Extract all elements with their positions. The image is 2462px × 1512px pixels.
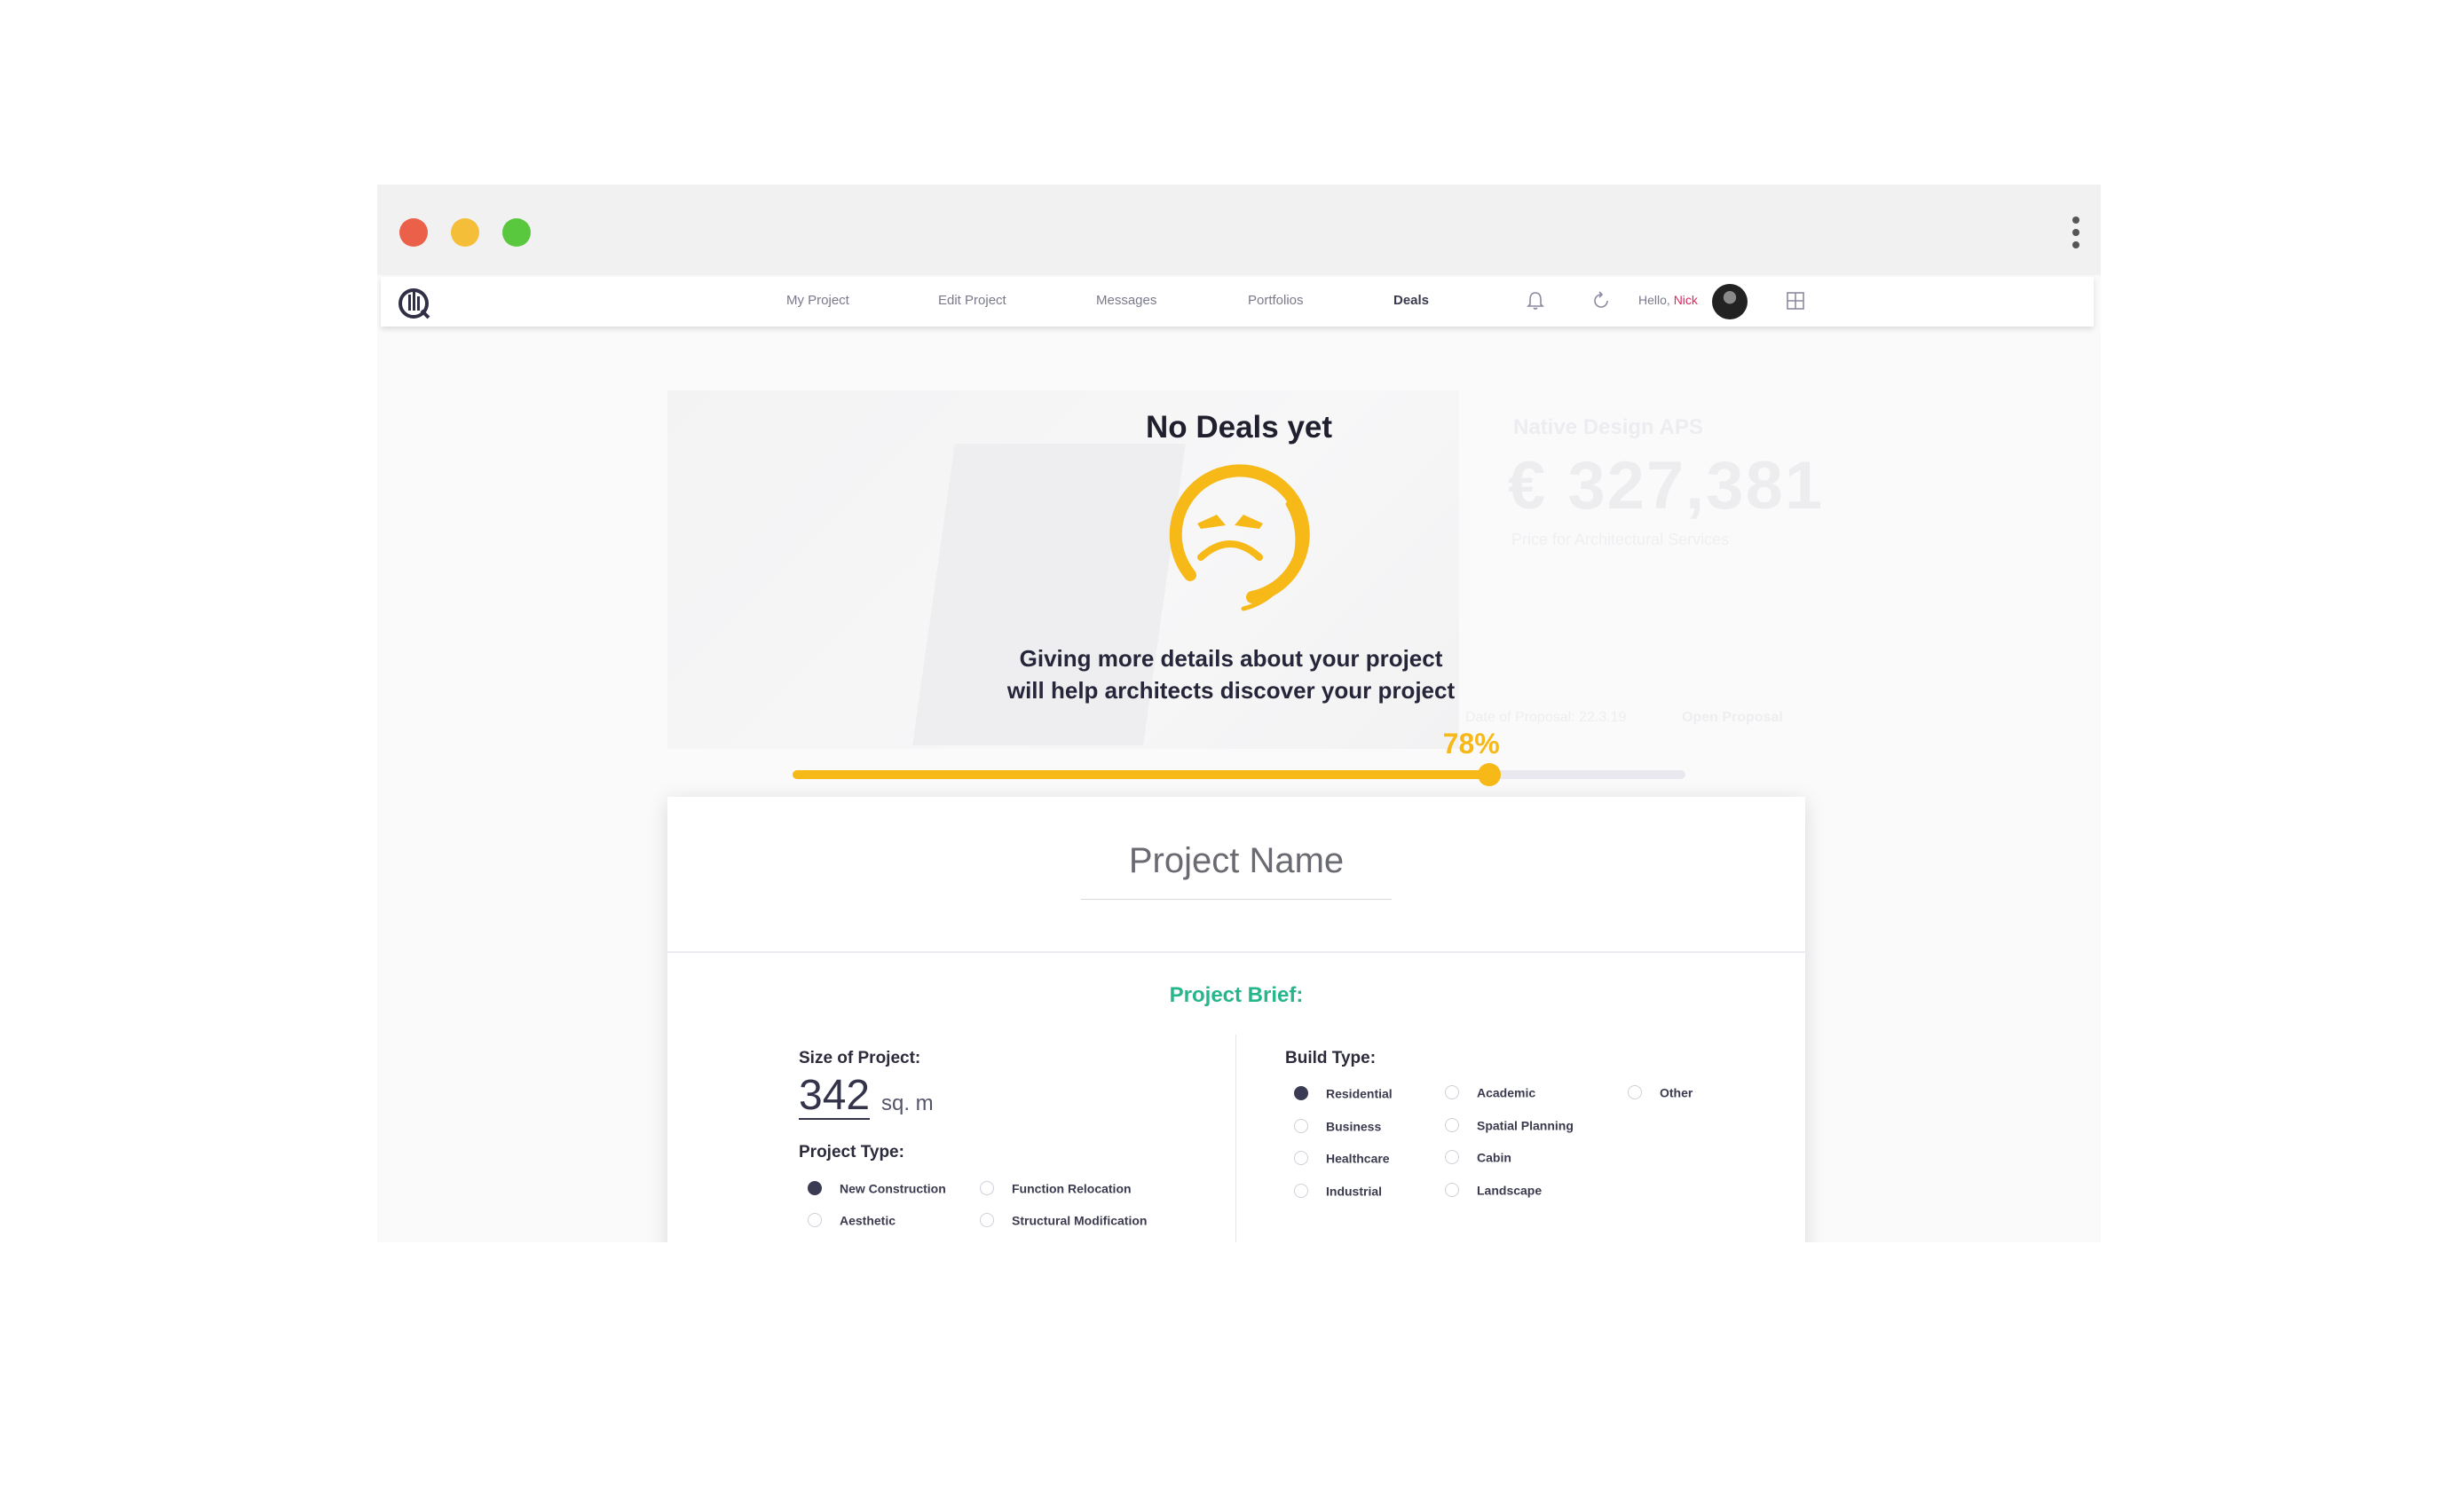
title-bar (377, 185, 2101, 275)
nav-my-project[interactable]: My Project (786, 293, 849, 308)
maximize-window-button[interactable] (502, 218, 531, 247)
progress-fill (793, 770, 1489, 779)
user-name: Nick (1673, 293, 1698, 307)
project-name-underline (1081, 899, 1392, 900)
nav-messages[interactable]: Messages (1096, 293, 1156, 308)
no-deals-title: No Deals yet (1145, 410, 1333, 445)
radio-industrial[interactable]: Industrial (1294, 1183, 1382, 1199)
sad-face-icon (1169, 464, 1310, 611)
browser-window: My Project Edit Project Messages Portfol… (377, 185, 2101, 1242)
nav-edit-project[interactable]: Edit Project (938, 293, 1006, 308)
open-proposal-link: Open Proposal (1682, 710, 1783, 725)
build-type-label: Build Type: (1285, 1049, 1377, 1067)
nav-deals[interactable]: Deals (1393, 293, 1429, 308)
grid-menu-icon[interactable] (1784, 289, 1807, 312)
size-value-input[interactable]: 342 (799, 1074, 871, 1120)
radio-residential[interactable]: Residential (1294, 1085, 1393, 1101)
nav-portfolios[interactable]: Portfolios (1248, 293, 1304, 308)
refresh-icon[interactable] (1590, 289, 1613, 312)
radio-structural-modification[interactable]: Structural Modification (980, 1212, 1147, 1228)
radio-aesthetic[interactable]: Aesthetic (808, 1212, 896, 1228)
radio-business[interactable]: Business (1294, 1118, 1381, 1134)
progress-knob (1477, 763, 1501, 786)
deal-amount-caption: Price for Architectural Services (1511, 531, 1730, 548)
radio-academic[interactable]: Academic (1445, 1084, 1535, 1100)
card-divider (667, 951, 1805, 953)
radio-other[interactable]: Other (1628, 1084, 1693, 1100)
greeting-text: Hello, Nick (1638, 293, 1698, 307)
size-label: Size of Project: (799, 1049, 921, 1067)
app-logo-icon[interactable] (397, 286, 432, 321)
project-type-label: Project Type: (799, 1143, 904, 1162)
bell-icon[interactable] (1524, 289, 1547, 312)
top-navbar: My Project Edit Project Messages Portfol… (381, 277, 2094, 327)
radio-landscape[interactable]: Landscape (1445, 1182, 1542, 1198)
close-window-button[interactable] (399, 218, 428, 247)
proposal-date: Date of Proposal: 22.3.19 (1465, 710, 1627, 725)
user-avatar[interactable] (1712, 284, 1748, 319)
size-unit: sq. m (881, 1091, 934, 1115)
radio-new-construction[interactable]: New Construction (808, 1180, 946, 1196)
radio-healthcare[interactable]: Healthcare (1294, 1150, 1390, 1166)
radio-function-relocation[interactable]: Function Relocation (980, 1180, 1132, 1196)
project-brief-title: Project Brief: (1169, 983, 1304, 1007)
overlay-message: Giving more details about your project w… (1006, 645, 1456, 704)
minimize-window-button[interactable] (451, 218, 479, 247)
radio-spatial-planning[interactable]: Spatial Planning (1445, 1117, 1574, 1133)
profile-progress-bar (793, 763, 1685, 786)
progress-percent-label: 78% (1442, 728, 1500, 760)
project-name-input[interactable]: Project Name (667, 841, 1805, 881)
deal-amount: € 327,381 (1508, 448, 1825, 524)
radio-cabin[interactable]: Cabin (1445, 1149, 1511, 1165)
column-divider (1235, 1035, 1236, 1242)
more-options-icon[interactable] (2071, 217, 2081, 252)
project-card: Project Name Project Brief: Size of Proj… (667, 797, 1805, 1242)
